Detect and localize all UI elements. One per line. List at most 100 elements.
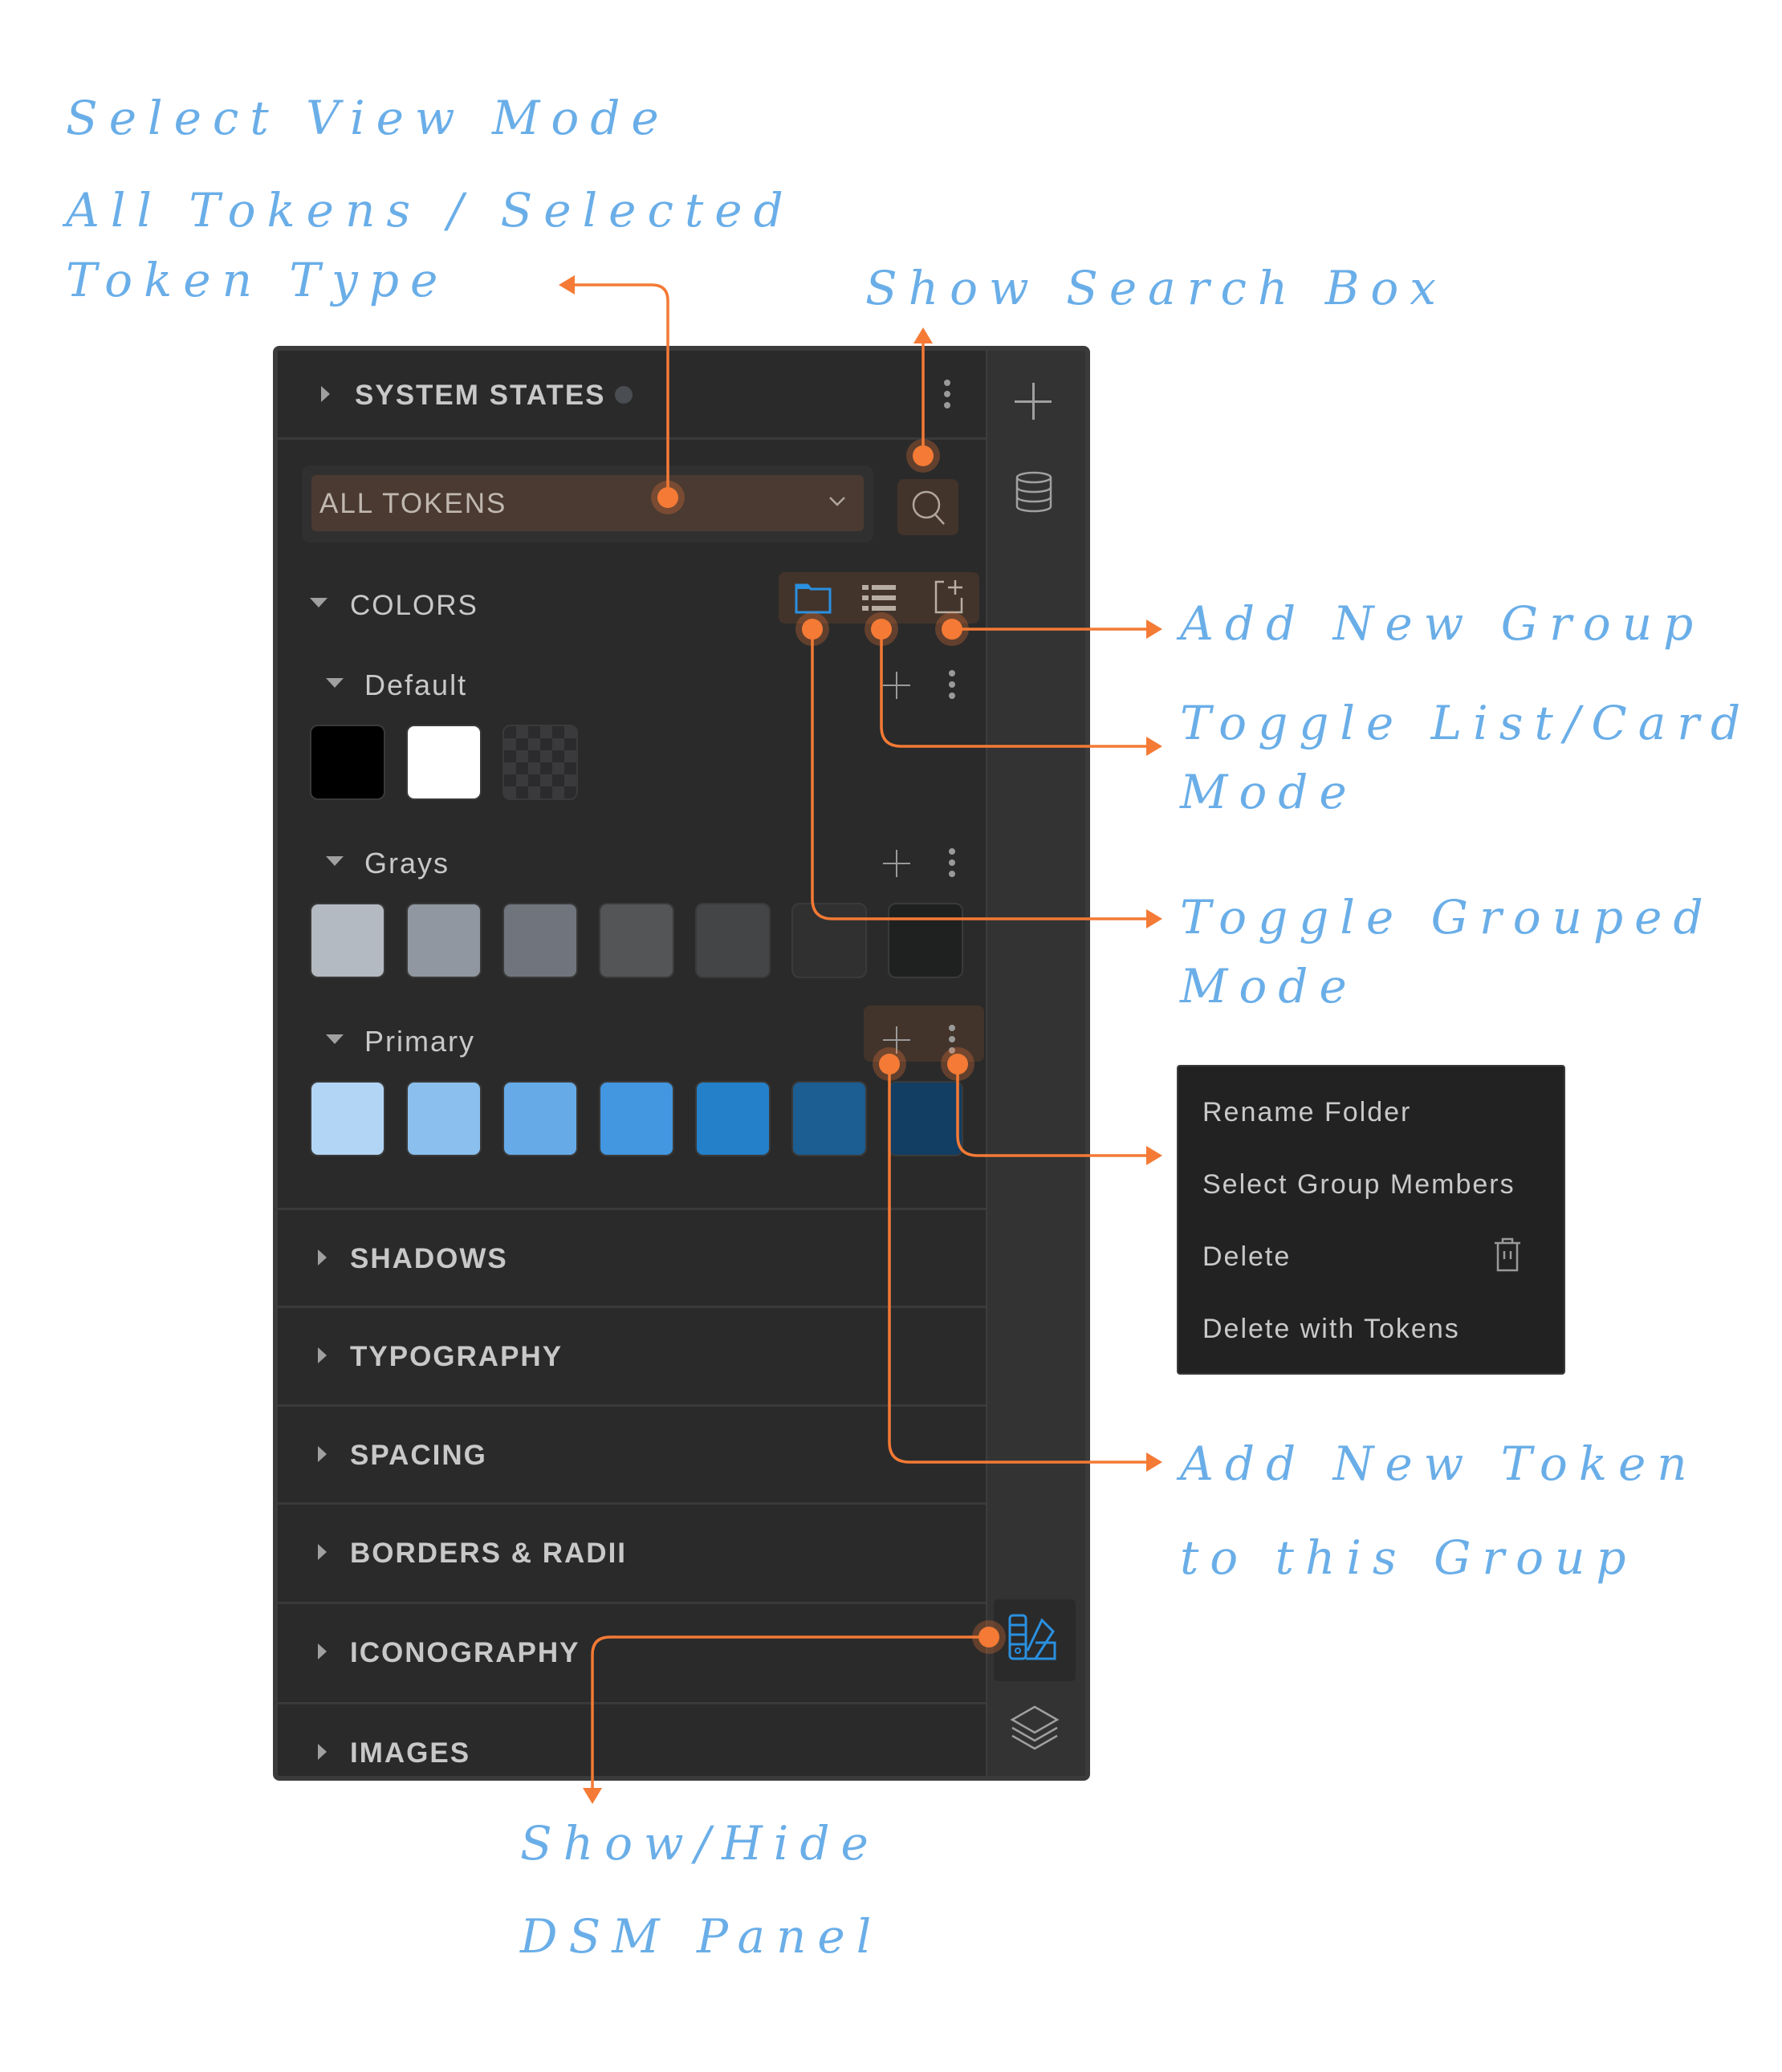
section-label: IMAGES (350, 1737, 471, 1769)
plus-icon[interactable] (1015, 383, 1052, 420)
color-swatch[interactable] (888, 1081, 963, 1156)
callout-dot (802, 619, 823, 640)
annotation-show-hide-dsm-1: Show/Hide (520, 1816, 880, 1871)
caret-right-icon (318, 1249, 327, 1266)
search-icon (912, 490, 945, 525)
section-images[interactable]: IMAGES (278, 1704, 992, 1776)
annotation-toggle-grouped-1: Toggle Grouped (1180, 890, 1715, 945)
status-dot (615, 386, 633, 404)
add-group-icon[interactable] (933, 579, 966, 616)
annotation-show-hide-dsm-2: DSM Panel (520, 1909, 883, 1964)
color-swatch[interactable] (791, 903, 867, 978)
annotation-toggle-list-card-2: Mode (1180, 765, 1358, 819)
group-context-menu: Rename Folder Select Group Members Delet… (1177, 1065, 1565, 1375)
section-label: SPACING (350, 1440, 487, 1471)
caret-down-icon (326, 856, 344, 866)
section-label: SHADOWS (350, 1243, 508, 1274)
group-default-label: Default (364, 668, 468, 701)
color-swatch[interactable] (310, 1081, 385, 1156)
color-swatch[interactable] (406, 725, 482, 800)
menu-item-delete[interactable]: Delete (1202, 1241, 1291, 1273)
color-swatch[interactable] (310, 903, 385, 978)
add-token-icon[interactable] (883, 850, 910, 877)
group-more-icon[interactable] (949, 1025, 955, 1054)
annotation-add-new-token-1: Add New Token (1180, 1436, 1699, 1491)
annotation-add-new-group: Add New Group (1180, 596, 1705, 651)
menu-item-delete-with-tokens[interactable]: Delete with Tokens (1202, 1314, 1460, 1345)
dsm-panel-toggle[interactable] (994, 1599, 1076, 1681)
system-states-more-icon[interactable] (944, 380, 950, 408)
menu-item-select-group-members[interactable]: Select Group Members (1202, 1169, 1516, 1201)
folder-icon[interactable] (795, 582, 832, 614)
annotation-toggle-grouped-2: Mode (1180, 959, 1358, 1014)
annotation-all-tokens-2: Token Type (66, 253, 450, 307)
group-default-header[interactable]: Default (278, 651, 992, 715)
divider (278, 437, 992, 440)
caret-right-icon (318, 1446, 327, 1462)
list-icon[interactable] (862, 583, 896, 612)
callout-dot (947, 1054, 968, 1075)
callout-dot (942, 619, 962, 640)
layers-icon[interactable] (1010, 1705, 1060, 1750)
system-states-label: SYSTEM STATES (355, 380, 606, 411)
color-swatch[interactable] (695, 1081, 771, 1156)
caret-right-icon (318, 1744, 327, 1760)
section-label: BORDERS & RADII (350, 1538, 628, 1569)
color-swatch[interactable] (599, 903, 674, 978)
search-toggle-button[interactable] (897, 479, 958, 535)
color-swatch[interactable] (888, 903, 963, 978)
color-swatch[interactable] (791, 1081, 867, 1156)
annotation-add-new-token-2: to this Group (1180, 1530, 1638, 1585)
swatch-book-icon (1008, 1614, 1056, 1660)
callout-dot (871, 619, 892, 640)
caret-right-icon (321, 386, 330, 402)
section-shadows[interactable]: SHADOWS (278, 1209, 992, 1306)
caret-right-icon (318, 1643, 327, 1660)
annotation-select-view-mode: Select View Mode (66, 91, 670, 145)
color-swatch[interactable] (502, 903, 578, 978)
callout-dot (657, 487, 678, 508)
annotation-all-tokens-1: All Tokens / Selected (66, 183, 795, 238)
database-icon[interactable] (1015, 471, 1053, 513)
section-borders-radii[interactable]: BORDERS & RADII (278, 1504, 992, 1600)
annotation-show-search-box: Show Search Box (865, 261, 1447, 315)
color-swatch[interactable] (599, 1081, 674, 1156)
add-token-icon[interactable] (883, 672, 910, 699)
menu-item-rename-folder[interactable]: Rename Folder (1202, 1097, 1411, 1128)
colors-section-label: COLORS (350, 590, 478, 621)
callout-dot (913, 445, 934, 466)
group-grays-header[interactable]: Grays (278, 829, 992, 893)
group-primary-label: Primary (364, 1025, 475, 1058)
callout-dot (978, 1627, 999, 1647)
section-iconography[interactable]: ICONOGRAPHY (278, 1603, 992, 1700)
section-label: ICONOGRAPHY (350, 1637, 580, 1668)
group-grays-label: Grays (364, 847, 450, 880)
group-more-icon[interactable] (949, 848, 955, 877)
colors-toolbar (779, 572, 979, 624)
caret-down-icon (326, 1034, 344, 1044)
color-swatch[interactable] (310, 725, 385, 800)
chevron-down-icon (829, 497, 845, 506)
system-states-header[interactable]: SYSTEM STATES (278, 351, 992, 437)
view-mode-select[interactable]: ALL TOKENS (311, 475, 864, 531)
section-spacing[interactable]: SPACING (278, 1406, 992, 1502)
caret-down-icon (326, 678, 344, 688)
group-more-icon[interactable] (949, 670, 955, 699)
caret-right-icon (318, 1544, 327, 1560)
section-label: TYPOGRAPHY (350, 1341, 563, 1372)
color-swatch[interactable] (406, 1081, 482, 1156)
color-swatch[interactable] (502, 1081, 578, 1156)
caret-down-icon (310, 598, 328, 607)
color-swatch[interactable] (406, 903, 482, 978)
color-swatch[interactable] (695, 903, 771, 978)
annotation-toggle-list-card-1: Toggle List/Card (1180, 696, 1752, 750)
callout-dot (879, 1054, 900, 1075)
caret-right-icon (318, 1347, 327, 1363)
section-typography[interactable]: TYPOGRAPHY (278, 1307, 992, 1404)
color-swatch-transparent[interactable] (502, 725, 578, 800)
add-token-icon[interactable] (883, 1026, 910, 1054)
view-mode-value: ALL TOKENS (319, 488, 507, 519)
right-rail (986, 351, 1085, 1776)
view-select-wrapper: ALL TOKENS (302, 465, 873, 542)
trash-icon (1495, 1237, 1520, 1272)
